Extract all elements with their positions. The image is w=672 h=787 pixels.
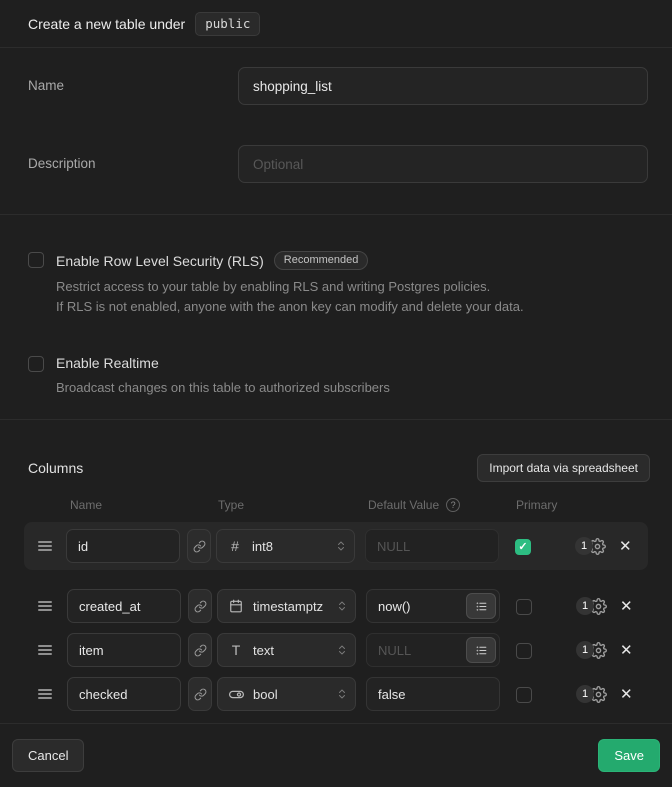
default-value-picker-button[interactable] (466, 637, 496, 663)
column-type-select[interactable]: bool (217, 677, 356, 711)
primary-checkbox[interactable] (516, 643, 532, 659)
column-row-checked: bool 1 ✕ (0, 672, 672, 716)
toggle-icon (228, 687, 244, 702)
column-row-id: # int8 ✓ 1 ✕ (24, 522, 648, 570)
column-type-label: bool (253, 687, 336, 702)
column-settings-button[interactable]: 1 (576, 685, 607, 703)
column-default-input[interactable] (366, 677, 500, 711)
columns-title: Columns (28, 460, 83, 476)
column-type-label: text (253, 643, 336, 658)
column-row-created-at: timestamptz 1 ✕ (0, 584, 672, 628)
recommended-badge: Recommended (274, 251, 369, 270)
rls-toggle-block: Enable Row Level Security (RLS) Recommen… (28, 251, 644, 317)
column-settings-button[interactable]: 1 (575, 537, 606, 555)
drag-handle-icon[interactable] (38, 601, 52, 611)
column-name-input[interactable] (67, 589, 181, 623)
column-type-select[interactable]: # int8 (216, 529, 355, 563)
chevron-updown-icon (336, 687, 348, 701)
column-name-input[interactable] (67, 677, 181, 711)
link-icon (194, 688, 207, 701)
hash-icon: # (227, 538, 243, 554)
cancel-button[interactable]: Cancel (12, 739, 84, 772)
list-icon (475, 600, 488, 613)
toggles-section: Enable Row Level Security (RLS) Recommen… (0, 215, 672, 420)
column-name-input[interactable] (67, 633, 181, 667)
name-label: Name (28, 67, 238, 93)
column-header-default: Default Value ? (368, 498, 460, 512)
settings-count-badge: 1 (576, 685, 594, 703)
link-icon (193, 540, 206, 553)
remove-column-button[interactable]: ✕ (620, 643, 633, 658)
realtime-toggle-block: Enable Realtime Broadcast changes on thi… (28, 355, 644, 398)
text-type-icon: T (228, 642, 244, 658)
settings-count-badge: 1 (576, 641, 594, 659)
table-name-input[interactable] (238, 67, 648, 105)
rls-description-line2: If RLS is not enabled, anyone with the a… (56, 297, 524, 317)
drag-handle-icon[interactable] (38, 541, 52, 551)
column-default-input[interactable] (365, 529, 499, 563)
column-name-input[interactable] (66, 529, 180, 563)
chevron-updown-icon (336, 643, 348, 657)
drag-handle-icon[interactable] (38, 645, 52, 655)
chevron-updown-icon (335, 539, 347, 553)
settings-count-badge: 1 (575, 537, 593, 555)
foreign-key-button[interactable] (188, 589, 212, 623)
list-icon (475, 644, 488, 657)
table-description-input[interactable] (238, 145, 648, 183)
link-icon (194, 600, 207, 613)
realtime-label: Enable Realtime (56, 355, 159, 371)
column-type-label: timestamptz (253, 599, 336, 614)
description-field-row: Description (0, 145, 672, 183)
column-row-item: T text 1 ✕ (0, 628, 672, 672)
remove-column-button[interactable]: ✕ (619, 539, 632, 554)
table-info-section: Name Description (0, 48, 672, 215)
realtime-description: Broadcast changes on this table to autho… (56, 378, 390, 398)
panel-footer: Cancel Save (0, 723, 672, 787)
column-type-label: int8 (252, 539, 335, 554)
help-icon[interactable]: ? (446, 498, 460, 512)
name-field-row: Name (0, 67, 672, 105)
column-settings-button[interactable]: 1 (576, 597, 607, 615)
primary-checkbox[interactable] (516, 599, 532, 615)
import-spreadsheet-button[interactable]: Import data via spreadsheet (477, 454, 650, 482)
column-header-default-text: Default Value (368, 498, 439, 512)
calendar-icon (228, 599, 244, 613)
realtime-checkbox[interactable] (28, 356, 44, 372)
foreign-key-button[interactable] (188, 677, 212, 711)
default-value-picker-button[interactable] (466, 593, 496, 619)
rls-checkbox[interactable] (28, 252, 44, 268)
column-type-select[interactable]: T text (217, 633, 356, 667)
panel-title: Create a new table under (28, 16, 185, 32)
primary-checkbox[interactable] (516, 687, 532, 703)
column-settings-button[interactable]: 1 (576, 641, 607, 659)
save-button[interactable]: Save (598, 739, 660, 772)
drag-handle-icon[interactable] (38, 689, 52, 699)
rls-description-line1: Restrict access to your table by enablin… (56, 277, 524, 297)
column-type-select[interactable]: timestamptz (217, 589, 356, 623)
foreign-key-button[interactable] (188, 633, 212, 667)
columns-header-row: Name Type Default Value ? Primary (0, 498, 672, 516)
realtime-body: Enable Realtime Broadcast changes on thi… (56, 355, 390, 398)
column-header-name: Name (70, 498, 102, 512)
rls-body: Enable Row Level Security (RLS) Recommen… (56, 251, 524, 317)
link-icon (194, 644, 207, 657)
column-header-type: Type (218, 498, 244, 512)
create-table-panel: Create a new table under public Name Des… (0, 0, 672, 787)
remove-column-button[interactable]: ✕ (620, 599, 633, 614)
rls-description: Restrict access to your table by enablin… (56, 277, 524, 317)
schema-badge: public (195, 12, 260, 36)
column-header-primary: Primary (516, 498, 557, 512)
foreign-key-button[interactable] (187, 529, 211, 563)
description-label: Description (28, 145, 238, 171)
chevron-updown-icon (336, 599, 348, 613)
primary-checkbox[interactable]: ✓ (515, 539, 531, 555)
rls-label: Enable Row Level Security (RLS) (56, 253, 264, 269)
columns-section: Columns Import data via spreadsheet Name… (0, 420, 672, 723)
panel-header: Create a new table under public (0, 0, 672, 48)
settings-count-badge: 1 (576, 597, 594, 615)
remove-column-button[interactable]: ✕ (620, 687, 633, 702)
